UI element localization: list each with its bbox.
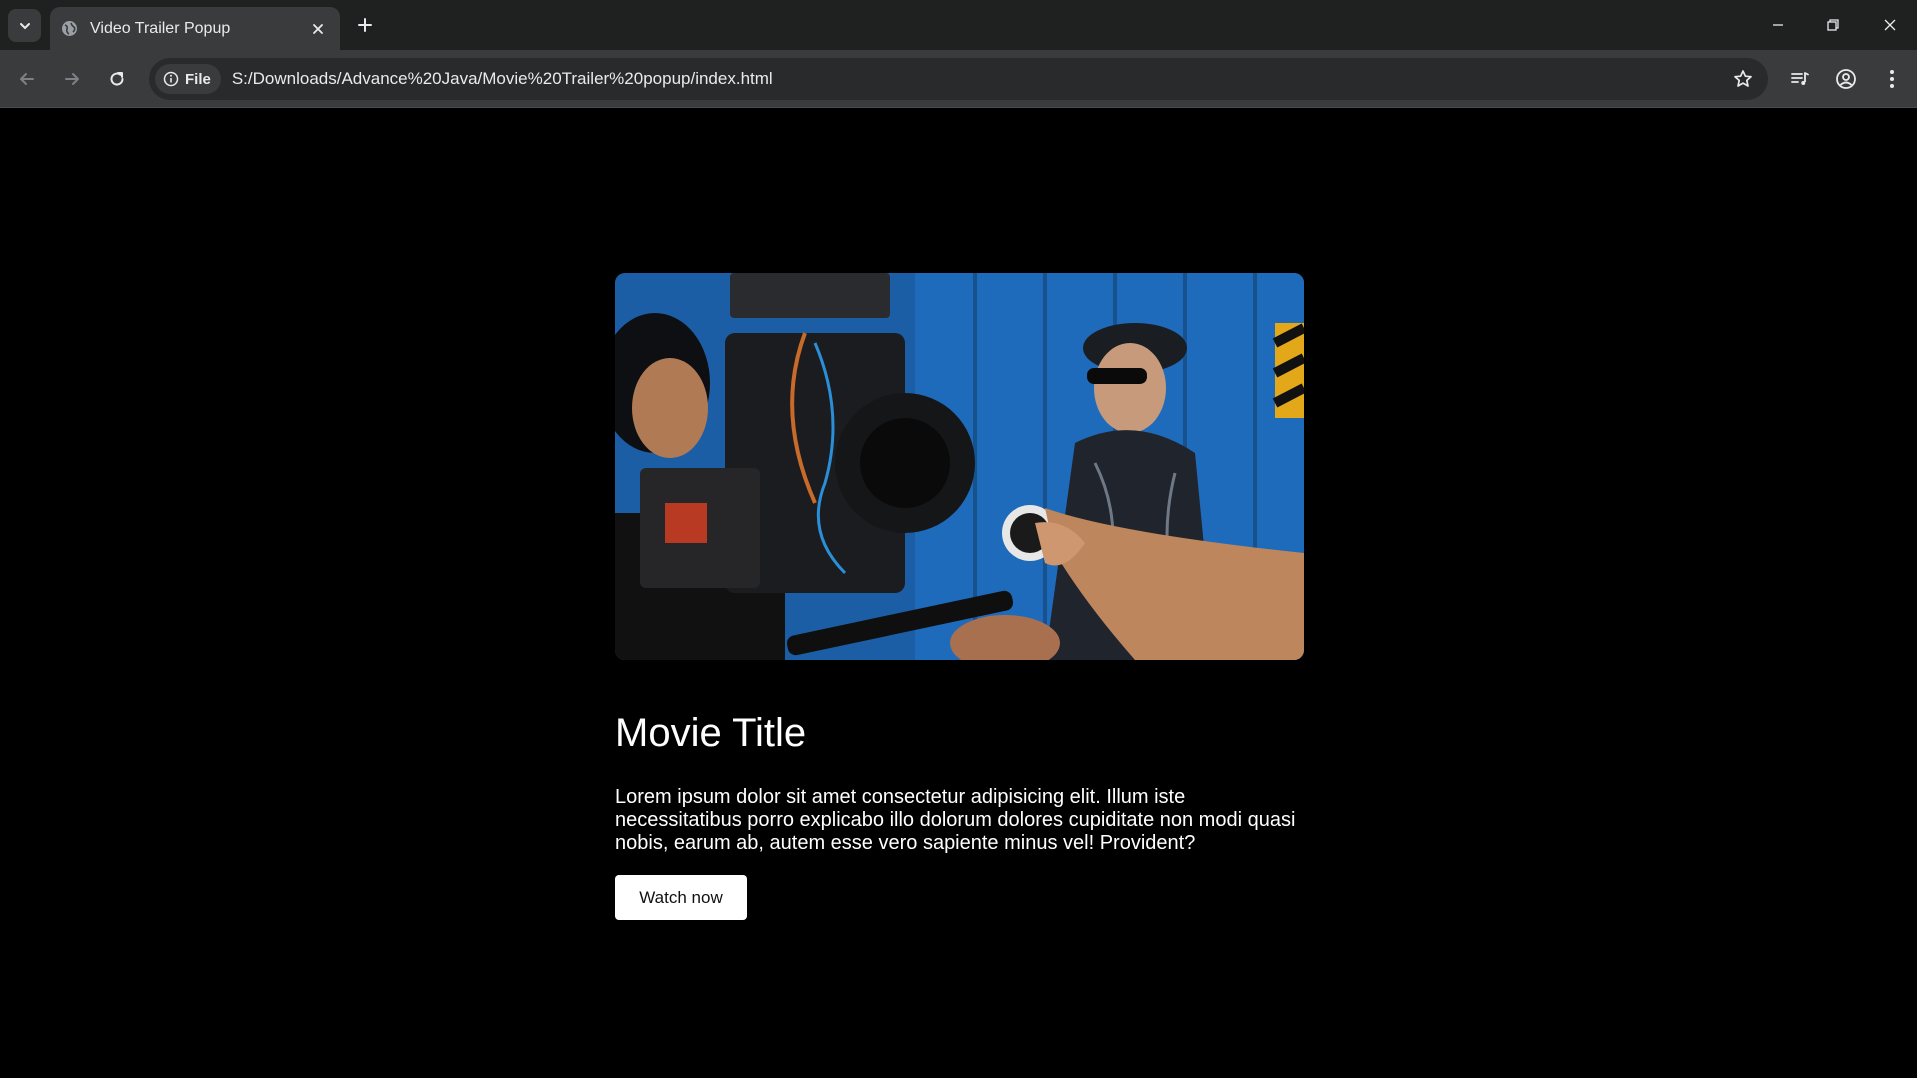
browser-tab-bar: Video Trailer Popup [0, 0, 1917, 50]
media-control-button[interactable] [1783, 62, 1817, 96]
back-button[interactable] [10, 62, 44, 96]
reload-button[interactable] [100, 62, 134, 96]
profile-button[interactable] [1829, 62, 1863, 96]
tab-title: Video Trailer Popup [90, 19, 231, 37]
info-icon [163, 71, 179, 87]
site-info-chip[interactable]: File [155, 64, 221, 94]
profile-icon [1836, 69, 1856, 89]
forward-button[interactable] [55, 62, 89, 96]
restore-button[interactable] [1813, 9, 1853, 41]
browser-menu-button[interactable] [1875, 62, 1909, 96]
close-window-button[interactable] [1870, 9, 1910, 41]
minimize-icon [1773, 24, 1783, 26]
close-window-icon [1884, 19, 1896, 31]
globe-icon [61, 20, 78, 37]
browser-toolbar: File S:/Downloads/Advance%20Java/Movie%2… [0, 50, 1917, 108]
chevron-down-icon [19, 22, 30, 29]
media-control-icon [1791, 72, 1809, 85]
active-tab[interactable]: Video Trailer Popup [50, 7, 340, 50]
tab-search-button[interactable] [8, 9, 41, 42]
minimize-button[interactable] [1758, 9, 1798, 41]
movie-poster-image [615, 273, 1304, 660]
address-bar[interactable]: File S:/Downloads/Advance%20Java/Movie%2… [149, 58, 1768, 100]
restore-icon [1827, 19, 1839, 31]
bookmark-button[interactable] [1726, 62, 1760, 96]
close-icon [313, 23, 323, 34]
watch-now-button[interactable]: Watch now [615, 875, 747, 920]
tab-close-button[interactable] [306, 17, 330, 41]
new-tab-button[interactable] [352, 12, 378, 38]
kebab-menu-icon [1890, 70, 1894, 88]
url-text[interactable]: S:/Downloads/Advance%20Java/Movie%20Trai… [232, 69, 1726, 89]
reload-icon [110, 72, 124, 86]
movie-description: Lorem ipsum dolor sit amet consectetur a… [615, 786, 1296, 854]
arrow-left-icon [20, 73, 34, 85]
page-viewport: Movie Title Lorem ipsum dolor sit amet c… [0, 109, 1917, 1078]
movie-card: Movie Title Lorem ipsum dolor sit amet c… [615, 273, 1304, 920]
plus-icon [358, 18, 372, 32]
arrow-right-icon [65, 73, 79, 85]
star-icon [1734, 70, 1752, 87]
site-chip-label: File [185, 70, 211, 88]
movie-title: Movie Title [615, 711, 807, 755]
